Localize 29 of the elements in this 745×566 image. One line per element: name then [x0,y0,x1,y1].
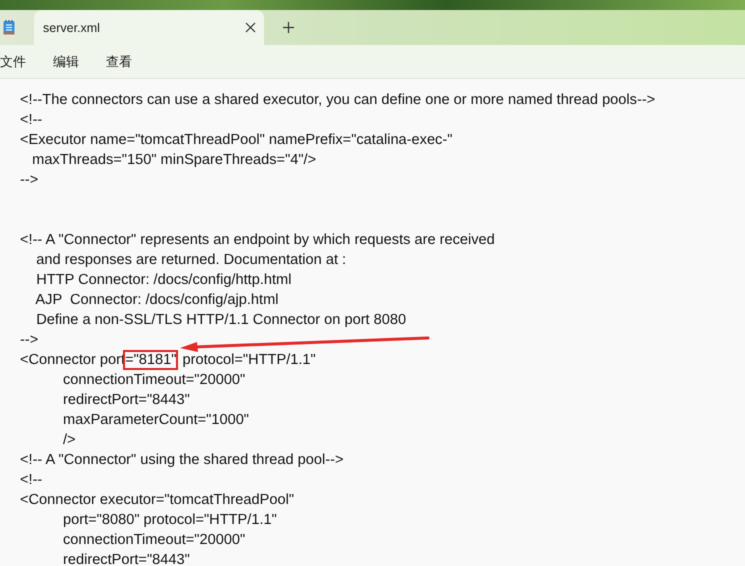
code-line: <!-- [20,111,42,130]
file-tab[interactable]: server.xml [34,10,264,45]
code-line: connectionTimeout="20000" [62,531,246,550]
code-line: <!-- A "Connector" using the shared thread pool--> [20,451,344,470]
code-line: <Executor name="tomcatThreadPool" namePrefix="catalina-exec-" [20,131,452,150]
menu-item[interactable]: 编辑 [53,50,79,72]
menu-item[interactable]: 查看 [106,50,132,72]
menu-item[interactable]: 文件 [0,50,26,72]
code-line: <!-- A "Connector" represents an endpoint by which requests are received [20,231,495,250]
code-line: AJP Connector: /docs/config/ajp.html [34,291,278,310]
code-line: --> [20,331,38,350]
code-line: Define a non-SSL/TLS HTTP/1.1 Connector on port 8080 [35,311,406,330]
code-line: and responses are returned. Documentation at : [35,251,346,270]
code-line: redirectPort="8443" [62,551,190,566]
code-line: maxThreads="150" minSpareThreads="4"/> [31,151,316,170]
code-line: HTTP Connector: /docs/config/http.html [35,271,292,290]
code-line: port="8080" protocol="HTTP/1.1" [62,511,277,530]
plus-icon [282,22,294,33]
code-line: maxParameterCount="1000" [62,411,249,430]
code-line: <!--The connectors can use a shared executor, you can define one or more named thread pools--> [20,91,656,110]
code-line: <Connector executor="tomcatThreadPool" [20,491,294,510]
code-text: protocol="HTTP/1.1" [181,352,316,368]
code-line: /> [62,431,76,450]
notepad-icon [3,20,15,35]
code-line: --> [20,171,38,190]
close-icon[interactable] [245,22,256,33]
code-line: <!-- [20,471,42,490]
code-line: connectionTimeout="20000" [62,371,246,390]
code-line: redirectPort="8443" [62,391,190,410]
